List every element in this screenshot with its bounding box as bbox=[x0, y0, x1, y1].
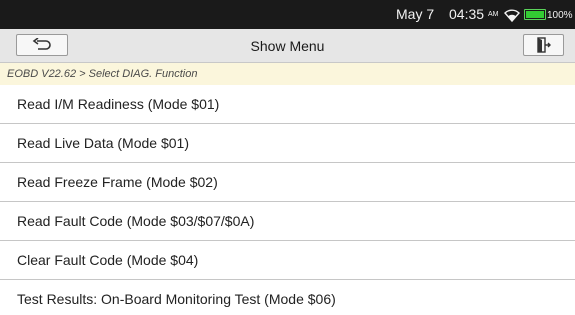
screen: May 7 04:35 AM 100% Show Menu EOBD V22.6… bbox=[0, 0, 575, 315]
status-bar: May 7 04:35 AM 100% bbox=[0, 0, 575, 29]
menu-item-test-results[interactable]: Test Results: On-Board Monitoring Test (… bbox=[0, 280, 575, 315]
battery-icon bbox=[524, 9, 546, 20]
menu-item-freeze-frame[interactable]: Read Freeze Frame (Mode $02) bbox=[0, 163, 575, 202]
toolbar: Show Menu bbox=[0, 29, 575, 63]
menu-item-im-readiness[interactable]: Read I/M Readiness (Mode $01) bbox=[0, 85, 575, 124]
status-time: 04:35 bbox=[449, 6, 485, 22]
battery-fill bbox=[526, 11, 544, 18]
exit-icon bbox=[536, 37, 551, 53]
menu-item-live-data[interactable]: Read Live Data (Mode $01) bbox=[0, 124, 575, 163]
page-title: Show Menu bbox=[250, 38, 325, 54]
breadcrumb: EOBD V22.62 > Select DIAG. Function bbox=[0, 63, 575, 85]
menu-item-read-fault-code[interactable]: Read Fault Code (Mode $03/$07/$0A) bbox=[0, 202, 575, 241]
status-ampm: AM bbox=[488, 11, 499, 18]
battery-percent: 100% bbox=[547, 10, 573, 21]
menu-item-clear-fault-code[interactable]: Clear Fault Code (Mode $04) bbox=[0, 241, 575, 280]
exit-button[interactable] bbox=[523, 34, 564, 56]
status-date: May 7 bbox=[396, 6, 435, 22]
wifi-icon bbox=[504, 9, 520, 23]
menu-list: Read I/M Readiness (Mode $01) Read Live … bbox=[0, 85, 575, 315]
